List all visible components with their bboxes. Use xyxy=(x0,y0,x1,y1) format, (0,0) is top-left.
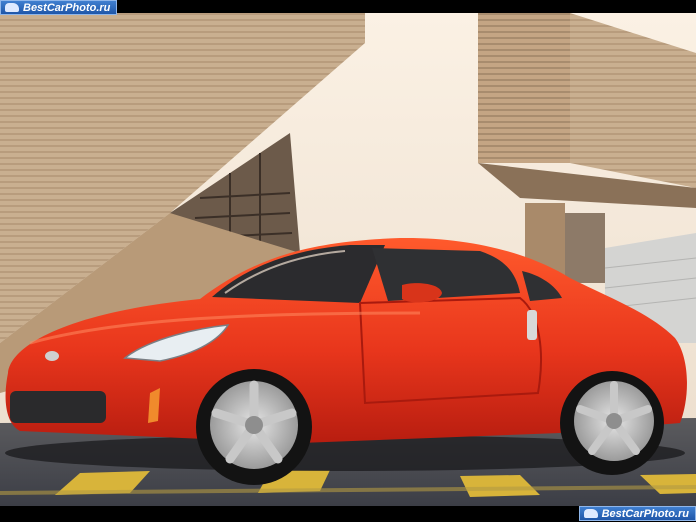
screenshot-frame: BestCarPhoto.ru BestCarPhoto.ru xyxy=(0,0,696,522)
rear-wheel xyxy=(560,371,664,475)
front-wheel xyxy=(196,369,312,485)
car-photo xyxy=(0,13,696,506)
car-logo-icon xyxy=(45,351,59,361)
watermark-bottom: BestCarPhoto.ru xyxy=(578,506,696,521)
watermark-top: BestCarPhoto.ru xyxy=(0,0,118,15)
